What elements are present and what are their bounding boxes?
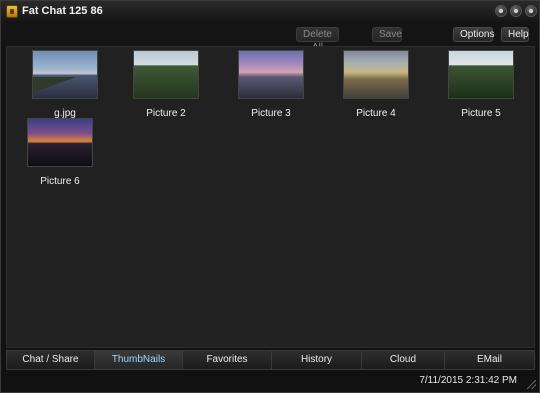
window-title: Fat Chat 125 86 <box>22 5 103 17</box>
title-bar[interactable]: Fat Chat 125 86 <box>1 1 539 23</box>
thumbnail-image[interactable] <box>448 50 514 99</box>
thumbnail-image[interactable] <box>133 50 199 99</box>
thumbnail-image[interactable] <box>32 50 98 99</box>
tab-cloud[interactable]: Cloud <box>362 351 445 369</box>
maximize-button[interactable] <box>510 5 522 17</box>
status-bar: 7/11/2015 2:31:42 PM <box>1 371 539 392</box>
thumbnail-caption: Picture 2 <box>146 108 186 119</box>
thumbnail-grid: g.jpg Picture 2 Picture 3 Picture 4 Pict… <box>6 46 535 348</box>
tab-email[interactable]: EMail <box>445 351 534 369</box>
thumbnail-image[interactable] <box>238 50 304 99</box>
options-button[interactable]: Options <box>453 27 494 42</box>
thumbnail-item[interactable]: g.jpg <box>23 50 107 119</box>
thumbnail-image[interactable] <box>343 50 409 99</box>
thumbnail-image[interactable] <box>27 118 93 167</box>
tab-chat-share[interactable]: Chat / Share <box>7 351 95 369</box>
thumbnail-caption: Picture 3 <box>251 108 291 119</box>
minimize-button[interactable] <box>495 5 507 17</box>
app-logo-icon <box>6 5 18 18</box>
tab-history[interactable]: History <box>272 351 362 369</box>
help-button[interactable]: Help <box>501 27 529 42</box>
thumbnail-item[interactable]: Picture 6 <box>18 118 102 187</box>
resize-grip-icon[interactable] <box>527 380 536 389</box>
thumbnail-item[interactable]: Picture 2 <box>124 50 208 119</box>
close-button[interactable] <box>525 5 537 17</box>
thumbnail-item[interactable]: Picture 4 <box>334 50 418 119</box>
thumbnail-caption: Picture 5 <box>461 108 501 119</box>
thumbnail-item[interactable]: Picture 5 <box>439 50 523 119</box>
toolbar: Delete All Save Options Help <box>1 23 539 53</box>
app-window: Fat Chat 125 86 Delete All Save Options … <box>0 0 540 393</box>
tab-thumbnails[interactable]: ThumbNails <box>95 351 183 369</box>
thumbnail-item[interactable]: Picture 3 <box>229 50 313 119</box>
tab-favorites[interactable]: Favorites <box>183 351 272 369</box>
status-datetime: 7/11/2015 2:31:42 PM <box>419 375 517 386</box>
save-button[interactable]: Save <box>372 27 402 42</box>
thumbnail-caption: Picture 6 <box>40 176 80 187</box>
thumbnail-caption: Picture 4 <box>356 108 396 119</box>
delete-all-button[interactable]: Delete All <box>296 27 339 53</box>
bottom-tab-bar: Chat / Share ThumbNails Favorites Histor… <box>6 350 535 370</box>
